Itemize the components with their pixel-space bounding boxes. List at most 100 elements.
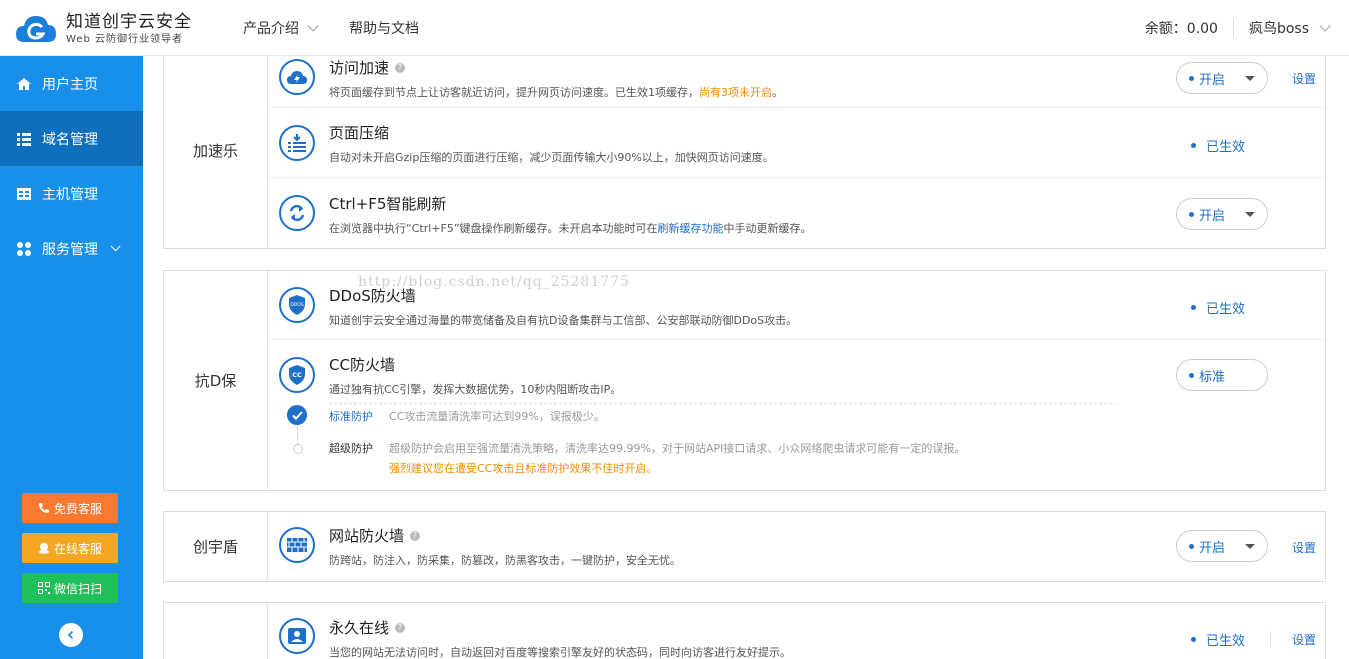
top-nav: 产品介绍 帮助与文档 [243,18,453,38]
nav-help-docs[interactable]: 帮助与文档 [349,18,419,38]
row-title: 永久在线? [329,617,406,638]
sidebar-item-service-mgmt[interactable]: 服务管理 [0,221,143,276]
desc-end: 中手动更新缓存。 [723,222,812,235]
sidebar-item-user-home[interactable]: 用户主页 [0,56,143,111]
card-label: 加速乐 [164,56,268,248]
cloud-lightning-icon [279,59,315,95]
user-name: 疯鸟boss [1248,21,1309,37]
card-anti-ddos: 抗D保 DDOS DDoS防火墙 知道创宇云安全通过海量的带宽储备及自有抗D设备… [163,270,1326,491]
warn-text: 尚有3项未开启 [699,86,772,99]
status-dot [1189,75,1194,81]
select-value: 标准 [1199,369,1226,385]
caret-down-icon [1245,76,1255,81]
super-protection-radio[interactable] [293,444,303,454]
brand: 知道创宇云安全 Web 云防御行业领导者 [66,12,192,46]
home-icon [17,77,31,90]
desc-end: 。 [772,86,783,99]
title-text: 网站防火墙 [329,527,405,545]
online-support-button[interactable]: 在线客服 [22,533,118,563]
status-dot [1189,543,1194,549]
settings-link[interactable]: 设置 [1292,70,1316,87]
row-always-online: 永久在线? 当您的网站无法访问时，自动返回对百度等搜索引擎友好的状态码，同时向访… [269,603,1325,659]
check-icon [291,410,303,420]
option-divider [329,403,1117,404]
help-icon[interactable]: ? [410,530,421,541]
refresh-icon [279,195,315,231]
nav-product-intro[interactable]: 产品介绍 [243,18,319,38]
help-icon[interactable]: ? [395,62,406,73]
sidebar-item-domain-mgmt[interactable]: 域名管理 [0,111,143,166]
online-user-icon [279,618,315,654]
nav-label: 帮助与文档 [349,21,419,37]
free-support-button[interactable]: 免费客服 [22,493,118,523]
cc-shield-icon: CC [279,357,315,393]
list-icon [17,132,31,146]
brand-title: 知道创宇云安全 [66,12,192,32]
settings-link[interactable]: 设置 [1292,539,1316,556]
server-icon [17,187,31,200]
status-text: 已生效 [1206,634,1246,649]
cc-icon-text: CC [292,371,302,379]
sidebar: 用户主页 域名管理 主机管理 服务管理 免费客服 在线客服 微信扫扫 [0,56,143,659]
standard-protection-radio[interactable] [287,405,307,425]
title-text: 永久在线 [329,619,390,637]
smart-refresh-select[interactable]: 开启 [1176,198,1268,230]
title-text: 访问加速 [329,59,390,77]
row-title: 访问加速? [329,57,406,78]
help-icon[interactable]: ? [395,622,406,633]
caret-down-icon [1245,212,1255,217]
qq-icon [38,542,49,554]
brand-subtitle: Web 云防御行业领导者 [66,34,183,45]
caret-down-icon [1245,544,1255,549]
option-name: 标准防护 [329,410,373,423]
main-content: 加速乐 访问加速? 将页面缓存到节点上让访客就近访问，提升网页访问速度。已生效1… [143,56,1349,659]
chevron-down-icon [1319,20,1331,32]
button-label: 在线客服 [53,541,102,556]
card-label: 创宇盾 [164,512,268,581]
settings-link[interactable]: 设置 [1292,631,1316,648]
user-menu[interactable]: 疯鸟boss [1248,18,1331,38]
row-title: 网站防火墙? [329,525,421,546]
row-page-compression: 页面压缩 自动对未开启Gzip压缩的页面进行压缩，减少页面传输大小90%以上，加… [269,109,1325,178]
ddos-shield-icon: DDOS [279,287,315,323]
status-text: 已生效 [1206,140,1246,155]
option-name: 超级防护 [329,442,373,455]
card-shield: 创宇盾 网站防火墙? 防跨站，防注入，防采集，防篡改，防黑客攻击，一键防护，安全… [163,511,1326,582]
phone-icon [38,503,49,513]
row-desc: 在浏览器中执行“Ctrl+F5”键盘操作刷新缓存。未开启本功能时可在刷新缓存功能… [329,220,812,236]
status-badge: 已生效 [1191,630,1245,649]
access-acceleration-select[interactable]: 开启 [1176,62,1268,94]
refresh-cache-link[interactable]: 刷新缓存功能 [658,222,724,235]
chevron-down-icon [110,241,121,252]
balance: 余额：0.00 [1144,21,1218,37]
sidebar-item-host-mgmt[interactable]: 主机管理 [0,166,143,221]
sidebar-item-label: 用户主页 [42,76,98,93]
collapse-sidebar-button[interactable] [59,623,83,647]
card-label: 抗D保 [164,271,268,490]
row-desc: 防跨站，防注入，防采集，防篡改，防黑客攻击，一键防护，安全无忧。 [329,554,681,567]
website-firewall-select[interactable]: 开启 [1176,530,1268,562]
status-text: 已生效 [1206,302,1246,317]
nav-label: 产品介绍 [243,21,299,37]
row-title: CC防火墙 [329,356,395,374]
row-website-firewall: 网站防火墙? 防跨站，防注入，防采集，防篡改，防黑客攻击，一键防护，安全无忧。 … [269,512,1325,581]
cc-mode-select[interactable]: 标准 [1176,359,1268,391]
card-always-online: 永久在线? 当您的网站无法访问时，自动返回对百度等搜索引擎友好的状态码，同时向访… [163,602,1326,659]
watermark: http://blog.csdn.net/qq_25281775 [358,274,630,290]
logo-icon[interactable] [14,10,58,48]
desc-text: 在浏览器中执行“Ctrl+F5”键盘操作刷新缓存。未开启本功能时可在 [329,222,658,235]
option-desc: 超级防护会启用至强流量清洗策略，清洗率达99.99%，对于网站API接口请求、小… [389,442,966,455]
status-badge: 已生效 [1191,298,1245,317]
status-dot [1189,211,1194,217]
status-dot [1191,143,1196,148]
divider [1232,19,1234,37]
card-accelerate: 加速乐 访问加速? 将页面缓存到节点上让访客就近访问，提升网页访问速度。已生效1… [163,56,1326,249]
wechat-scan-button[interactable]: 微信扫扫 [22,573,118,603]
row-cc-firewall: CC CC防火墙 通过独有抗CC引擎，发挥大数据优势，10秒内阻断攻击IP。 标… [269,341,1325,491]
divider [1270,631,1271,647]
row-desc: 当您的网站无法访问时，自动返回对百度等搜索引擎友好的状态码，同时向访客进行友好提… [329,646,791,659]
sidebar-item-label: 服务管理 [42,241,98,258]
row-title: 页面压缩 [329,124,390,142]
select-value: 开启 [1199,72,1226,88]
compress-icon [279,125,315,161]
